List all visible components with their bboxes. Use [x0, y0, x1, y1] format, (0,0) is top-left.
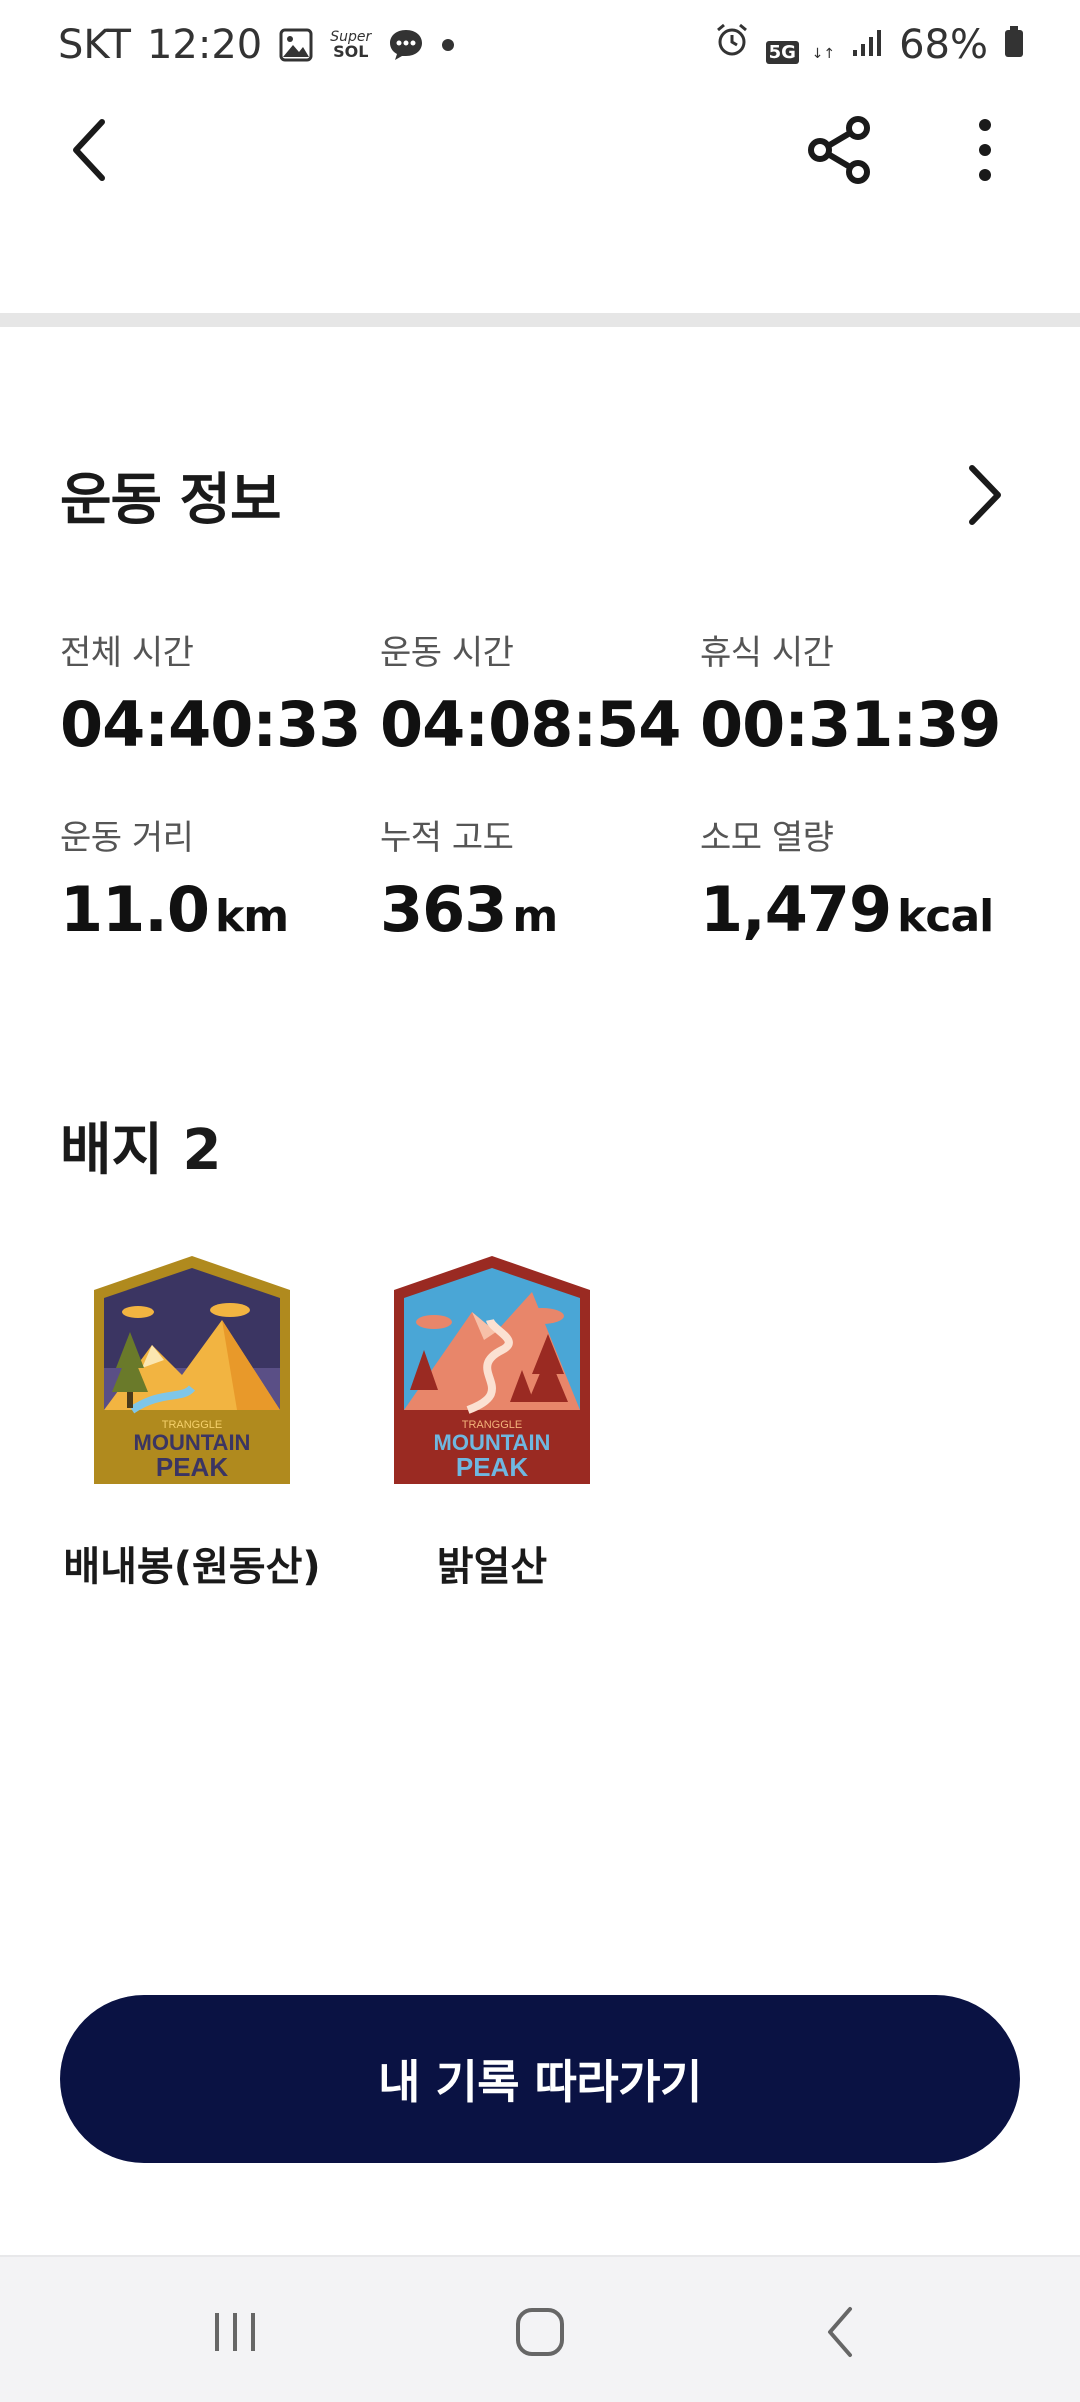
share-icon: [808, 116, 870, 184]
stat-number: 00:31:39: [700, 688, 1001, 761]
stat-exercise-time: 운동 시간 04:08:54: [380, 625, 681, 761]
system-back-icon: [828, 2307, 852, 2357]
stat-value: 11.0 km: [60, 873, 289, 946]
mountain-peak-badge-icon: TRANGGLE MOUNTAIN PEAK: [394, 1256, 590, 1484]
share-button[interactable]: [800, 110, 880, 190]
home-icon: [516, 2308, 564, 2356]
status-bar: SKT 12:20 Super SOL 5G ↓↑ 68%: [0, 0, 1080, 100]
alarm-icon: [714, 22, 750, 68]
more-notifications-dot-icon: [441, 38, 455, 52]
stat-value: 00:31:39: [700, 688, 1001, 761]
network-label: 5G: [765, 41, 799, 64]
stat-rest-time: 휴식 시간 00:31:39: [700, 625, 1001, 761]
status-right: 5G ↓↑ 68%: [714, 22, 1024, 68]
back-button[interactable]: [60, 110, 120, 190]
more-vertical-icon: [979, 119, 991, 181]
home-button[interactable]: [500, 2297, 580, 2367]
clock: 12:20: [146, 22, 263, 68]
recent-apps-button[interactable]: [195, 2297, 275, 2367]
carrier-label: SKT: [58, 22, 131, 68]
workout-info-detail-button[interactable]: [960, 460, 1010, 530]
stat-label: 소모 열량: [700, 818, 834, 858]
mountain-peak-badge-icon: TRANGGLE MOUNTAIN PEAK: [94, 1256, 290, 1484]
stat-value: 1,479 kcal: [700, 873, 994, 946]
stat-value: 363 m: [380, 873, 558, 946]
stat-distance: 운동 거리 11.0 km: [60, 810, 289, 946]
chat-notification-icon: [387, 27, 425, 63]
battery-icon: [1004, 22, 1024, 68]
stat-number: 11.0: [60, 873, 210, 946]
stat-number: 363: [380, 873, 507, 946]
stat-unit: kcal: [897, 891, 994, 942]
battery-percent: 68%: [899, 22, 988, 68]
gallery-notification-icon: [278, 27, 314, 63]
signal-icon: [851, 22, 883, 68]
workout-info-title: 운동 정보: [60, 468, 282, 533]
stat-label: 휴식 시간: [700, 633, 834, 673]
stat-number: 04:08:54: [380, 688, 681, 761]
sol-label: SOL: [333, 42, 369, 61]
stat-calories: 소모 열량 1,479 kcal: [700, 810, 994, 946]
stat-label: 전체 시간: [60, 633, 194, 673]
stat-unit: km: [214, 891, 289, 942]
stat-number: 1,479: [700, 873, 892, 946]
app-bar: [0, 100, 1080, 300]
badge-line2: PEAK: [156, 1452, 228, 1482]
back-arrow-icon: [73, 119, 105, 181]
badge-name: 배내봉(원동산): [63, 1544, 321, 1590]
section-divider: [0, 313, 1080, 327]
chevron-right-icon: [969, 465, 1001, 525]
badges-title: 배지 2: [60, 1118, 222, 1183]
stat-number: 04:40:33: [60, 688, 361, 761]
stat-label: 운동 거리: [60, 818, 194, 858]
follow-my-record-button[interactable]: 내 기록 따라가기: [60, 1995, 1020, 2163]
badge-item[interactable]: TRANGGLE MOUNTAIN PEAK 밝얼산: [372, 1250, 612, 1592]
recent-apps-icon: [215, 2313, 255, 2351]
badge-line2: PEAK: [456, 1452, 528, 1482]
super-sol-notification-icon: Super SOL: [330, 30, 371, 60]
stat-label: 운동 시간: [380, 633, 514, 673]
stat-value: 04:08:54: [380, 688, 681, 761]
more-options-button[interactable]: [955, 110, 1015, 190]
stat-elevation-gain: 누적 고도 363 m: [380, 810, 558, 946]
network-5g-icon: 5G ↓↑: [765, 25, 835, 65]
system-back-button[interactable]: [800, 2297, 880, 2367]
badge-item[interactable]: TRANGGLE MOUNTAIN PEAK 배내봉(원동산): [63, 1250, 321, 1592]
stat-value: 04:40:33: [60, 688, 361, 761]
stat-label: 누적 고도: [380, 818, 514, 858]
stat-unit: m: [512, 891, 558, 942]
system-navigation-bar: [0, 2255, 1080, 2402]
status-left: SKT 12:20 Super SOL: [58, 22, 455, 68]
stat-total-time: 전체 시간 04:40:33: [60, 625, 361, 761]
badge-name: 밝얼산: [436, 1544, 548, 1590]
